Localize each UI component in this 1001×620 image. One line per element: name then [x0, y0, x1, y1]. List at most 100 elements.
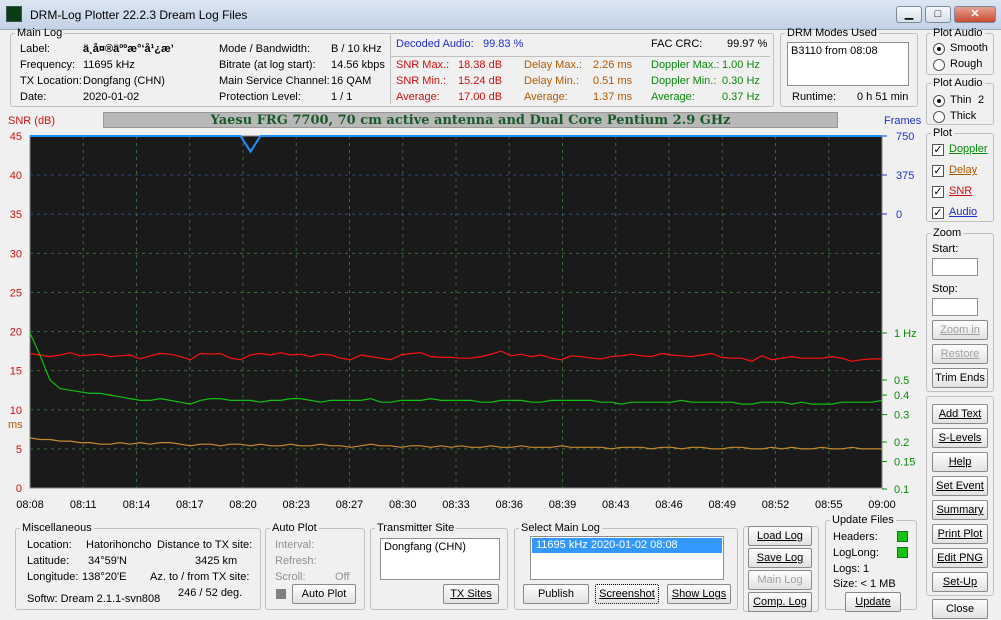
x-tick-label: 08:17 [176, 499, 204, 511]
frequency-value: 11695 kHz [83, 59, 135, 71]
y-tick-label-snr: 10 [10, 405, 22, 417]
rough-radio[interactable] [933, 59, 945, 71]
x-tick-label: 08:14 [123, 499, 151, 511]
snr-max-value: 18.38 dB [458, 59, 503, 71]
scroll-label: Scroll: [275, 571, 306, 583]
thick-radio[interactable] [933, 111, 945, 123]
smooth-radio[interactable] [933, 43, 945, 55]
drm-modes-list[interactable]: B3110 from 08:08 [787, 42, 909, 86]
comp-log-button[interactable]: Comp. Log [748, 592, 812, 612]
msc-key: Main Service Channel: [219, 75, 330, 87]
zoom-stop-input[interactable] [932, 298, 978, 316]
y-tick-label-hz: 0.2 [894, 437, 909, 449]
close-window-button[interactable]: ✕ [954, 6, 996, 23]
doppler-min-key: Doppler Min.: [651, 75, 717, 87]
tx-sites-button[interactable]: TX Sites [443, 584, 499, 604]
plot-options-legend: Plot [933, 127, 952, 139]
tx-site-list[interactable]: Dongfang (CHN) [380, 538, 500, 580]
doppler-max-value: 1.00 Hz [722, 59, 760, 71]
zoom-in-button[interactable]: Zoom in [932, 320, 988, 340]
doppler-avg-value: 0.37 Hz [722, 91, 760, 103]
main-log-legend: Main Log [17, 27, 63, 39]
delay-checkbox[interactable]: ✓ [932, 165, 944, 177]
y-tick-label-frames: 750 [896, 131, 914, 143]
summary-button[interactable]: Summary [932, 500, 988, 520]
x-tick-label: 08:36 [495, 499, 523, 511]
delay-min-value: 0.51 ms [593, 75, 633, 87]
runtime-value: 0 h 51 min [857, 91, 909, 103]
divider [390, 56, 770, 57]
app-icon [6, 6, 22, 22]
x-tick-label: 08:43 [602, 499, 630, 511]
software-version: Softw: Dream 2.1.1-svn808 [27, 593, 161, 605]
delay-avg-key: Average: [524, 91, 568, 103]
latitude-key: Latitude: [27, 555, 70, 567]
protection-value: 1 / 1 [331, 91, 353, 103]
s-levels-button[interactable]: S-Levels [932, 428, 988, 448]
x-tick-label: 08:27 [336, 499, 364, 511]
show-logs-button[interactable]: Show Logs [667, 584, 731, 604]
screenshot-button[interactable]: Screenshot [595, 584, 659, 604]
frequency-key: Frequency: [20, 59, 76, 71]
close-button[interactable]: Close [932, 599, 988, 619]
x-tick-label: 08:55 [815, 499, 843, 511]
save-log-button[interactable]: Save Log [748, 548, 812, 568]
rough-label: Rough [950, 58, 983, 70]
main-log-list[interactable]: 11695 kHz 2020-01-02 08:08 [530, 536, 724, 580]
drm-modes-legend: DRM Modes Used [787, 27, 877, 39]
snr-label: SNR [949, 185, 973, 197]
doppler-checkbox[interactable]: ✓ [932, 144, 944, 156]
minimize-button[interactable]: ▁ [896, 6, 922, 23]
y-tick-label-hz: 0.15 [894, 457, 915, 469]
snr-checkbox[interactable]: ✓ [932, 186, 944, 198]
auto-plot-button[interactable]: Auto Plot [292, 584, 356, 604]
delay-avg-value: 1.37 ms [593, 91, 633, 103]
audio-checkbox[interactable]: ✓ [932, 207, 944, 219]
main-log-button[interactable]: Main Log [748, 570, 812, 590]
maximize-button[interactable]: □ [925, 6, 951, 23]
thick-label: Thick [950, 110, 977, 122]
main-log-item[interactable]: 11695 kHz 2020-01-02 08:08 [532, 538, 722, 553]
delay-min-key: Delay Min.: [524, 75, 580, 87]
azimuth-key: Az. to / from TX site: [150, 571, 250, 583]
doppler-label: Doppler [949, 143, 988, 155]
y-tick-label-snr: 30 [10, 248, 22, 260]
msc-value: 16 QAM [331, 75, 372, 87]
set-up-button[interactable]: Set-Up [932, 572, 988, 592]
headers-label: Headers: [833, 531, 878, 543]
title-bar: DRM-Log Plotter 22.2.3 Dream Log Files ▁… [0, 0, 1001, 30]
restore-button[interactable]: Restore [932, 344, 988, 364]
trim-ends-button[interactable]: Trim Ends [932, 368, 988, 388]
set-event-button[interactable]: Set Event [932, 476, 988, 496]
snr-avg-value: 17.00 dB [458, 91, 503, 103]
zoom-stop-label: Stop: [932, 283, 958, 295]
fac-crc-key: FAC CRC: [651, 38, 703, 50]
update-button[interactable]: Update [845, 592, 901, 612]
zoom-legend: Zoom [933, 227, 962, 239]
help-button[interactable]: Help [932, 452, 988, 472]
y-tick-label-snr: 25 [10, 287, 22, 299]
print-plot-button[interactable]: Print Plot [932, 524, 988, 544]
edit-png-button[interactable]: Edit PNG [932, 548, 988, 568]
update-files-legend: Update Files [832, 514, 894, 526]
zoom-start-input[interactable] [932, 258, 978, 276]
location-key: Location: [27, 539, 72, 551]
x-tick-label: 09:00 [868, 499, 896, 511]
doppler-avg-key: Average: [651, 91, 695, 103]
protection-key: Protection Level: [219, 91, 301, 103]
thin-radio[interactable] [933, 95, 945, 107]
smooth-label: Smooth [950, 42, 988, 54]
auto-plot-indicator [276, 589, 286, 599]
y-tick-label-frames: 375 [896, 170, 914, 182]
y-tick-label-frames: 0 [896, 209, 902, 221]
snr-min-value: 15.24 dB [458, 75, 503, 87]
tx-site-item[interactable]: Dongfang (CHN) [384, 541, 466, 553]
logs-size: Size: < 1 MB [833, 578, 896, 590]
mode-value: B / 10 kHz [331, 43, 382, 55]
add-text-button[interactable]: Add Text [932, 404, 988, 424]
distance-value: 3425 km [195, 555, 238, 567]
publish-button[interactable]: Publish [523, 584, 589, 604]
select-main-log-legend: Select Main Log [521, 522, 600, 534]
location-value: Hatorihoncho [86, 539, 152, 551]
load-log-button[interactable]: Load Log [748, 526, 812, 546]
